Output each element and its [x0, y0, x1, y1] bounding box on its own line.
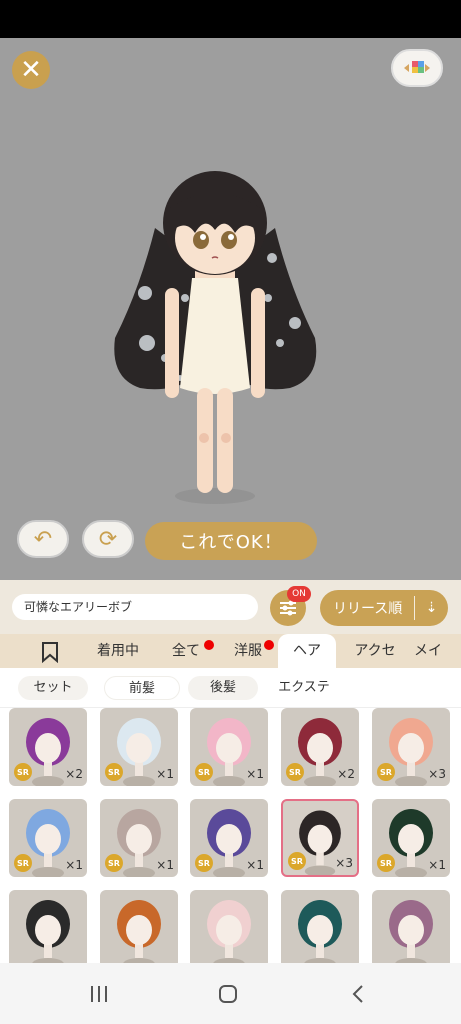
filter-on-badge: ON — [287, 586, 311, 602]
item-count: ×3 — [428, 767, 446, 781]
hair-item-card[interactable]: SR ×1 — [100, 799, 178, 877]
rarity-badge: SR — [377, 763, 395, 781]
outfit-name-field[interactable]: 可憐なエアリーボブ — [12, 594, 258, 620]
rarity-badge: SR — [195, 854, 213, 872]
home-button[interactable] — [213, 981, 243, 1007]
rarity-badge: SR — [14, 763, 32, 781]
hair-item-thumbnail — [26, 900, 70, 963]
item-count: ×1 — [246, 858, 264, 872]
rarity-badge: SR — [105, 854, 123, 872]
sort-button[interactable]: リリース順 ⇣ — [320, 590, 448, 626]
tab-clothes-notification-dot — [264, 640, 274, 650]
hair-item-thumbnail — [117, 900, 161, 963]
item-count: ×3 — [335, 856, 353, 870]
confirm-ok-label: これでOK！ — [179, 532, 283, 553]
tab-clothes[interactable]: 洋服 — [222, 634, 274, 668]
wardrobe-panel: 可憐なエアリーボブ ON リリース順 ⇣ 着用中 全て 洋服 ヘア アクセ メイ… — [0, 580, 461, 963]
hair-item-card[interactable] — [372, 890, 450, 963]
rarity-badge: SR — [286, 763, 304, 781]
back-button[interactable] — [343, 981, 373, 1007]
category-tabs: 着用中 全て 洋服 ヘア アクセ メイ — [0, 634, 461, 668]
item-count: ×1 — [156, 858, 174, 872]
palette-icon — [404, 61, 430, 73]
confirm-ok-button[interactable]: これでOK！ — [145, 522, 317, 560]
hair-item-card[interactable]: SR ×1 — [9, 799, 87, 877]
system-nav-bar — [0, 963, 461, 1024]
undo-button[interactable]: ↶ — [17, 520, 69, 558]
sort-divider — [414, 596, 415, 620]
hair-item-card[interactable] — [100, 890, 178, 963]
character-avatar — [114, 171, 317, 504]
tab-makeup[interactable]: メイ — [414, 634, 461, 668]
item-count: ×2 — [337, 767, 355, 781]
undo-icon: ↶ — [33, 526, 53, 552]
tab-all[interactable]: 全て — [160, 634, 212, 668]
hair-item-card[interactable] — [9, 890, 87, 963]
tab-wearing[interactable]: 着用中 — [82, 634, 154, 668]
back-icon — [352, 985, 363, 1003]
item-count: ×1 — [428, 858, 446, 872]
hair-item-thumbnail — [298, 900, 342, 963]
recent-apps-icon — [91, 986, 107, 1002]
sort-direction-icon[interactable]: ⇣ — [415, 600, 448, 616]
hair-item-card[interactable]: SR ×3 — [372, 708, 450, 786]
rarity-badge: SR — [288, 852, 306, 870]
subtab-set[interactable]: セット — [18, 676, 88, 700]
subtab-back-hair[interactable]: 後髪 — [188, 676, 258, 700]
bookmark-icon[interactable] — [36, 641, 64, 663]
hair-item-card[interactable]: SR ×1 — [190, 708, 268, 786]
hair-item-card[interactable]: SR ×1 — [190, 799, 268, 877]
item-grid: SR ×2 SR ×1 SR ×1 SR ×2 SR ×3 SR ×1 SR ×1 SR ×1 SR ×3 SR ×1 — [0, 708, 461, 963]
subtab-front-hair[interactable]: 前髪 — [104, 676, 180, 700]
item-count: ×1 — [246, 767, 264, 781]
subtab-extensions[interactable]: エクステ — [266, 676, 342, 700]
rarity-badge: SR — [195, 763, 213, 781]
close-icon: ✕ — [20, 55, 42, 85]
hair-item-thumbnail — [207, 900, 251, 963]
close-button[interactable]: ✕ — [12, 51, 50, 89]
hair-item-card[interactable]: SR ×1 — [100, 708, 178, 786]
hair-item-card[interactable]: SR ×2 — [9, 708, 87, 786]
item-count: ×1 — [65, 858, 83, 872]
refresh-icon: ⟳ — [98, 526, 118, 552]
hair-item-card[interactable] — [281, 890, 359, 963]
outfit-toolbar: 可憐なエアリーボブ ON リリース順 ⇣ — [0, 580, 461, 634]
item-count: ×1 — [156, 767, 174, 781]
status-bar — [0, 0, 461, 38]
hair-item-card[interactable] — [190, 890, 268, 963]
recent-apps-button[interactable] — [84, 981, 114, 1007]
hair-item-card[interactable]: SR ×3 — [281, 799, 359, 877]
hair-item-card[interactable]: SR ×1 — [372, 799, 450, 877]
hair-item-thumbnail — [389, 900, 433, 963]
sort-label: リリース順 — [333, 601, 403, 617]
item-count: ×2 — [65, 767, 83, 781]
tab-accessories[interactable]: アクセ — [344, 634, 406, 668]
character-stage: ✕ ↶ ⟳ これでOK！ — [0, 38, 461, 580]
rarity-badge: SR — [105, 763, 123, 781]
reset-button[interactable]: ⟳ — [82, 520, 134, 558]
home-icon — [219, 985, 237, 1003]
rarity-badge: SR — [14, 854, 32, 872]
rarity-badge: SR — [377, 854, 395, 872]
tab-hair[interactable]: ヘア — [278, 634, 336, 668]
color-palette-button[interactable] — [391, 49, 443, 87]
hair-subtabs: セット 前髪 後髪 エクステ — [0, 668, 461, 708]
hair-item-card[interactable]: SR ×2 — [281, 708, 359, 786]
tab-all-notification-dot — [204, 640, 214, 650]
